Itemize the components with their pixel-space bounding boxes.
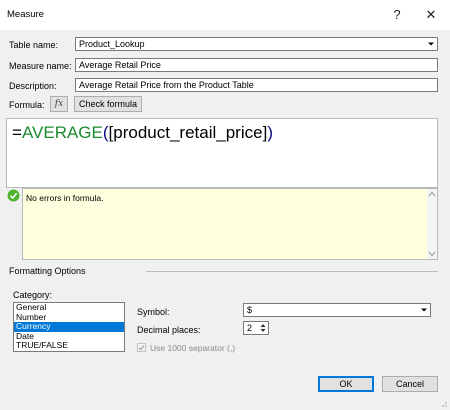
formula-function: AVERAGE: [21, 123, 103, 142]
title-bar: [0, 0, 450, 30]
status-scrollbar[interactable]: [427, 189, 437, 259]
category-item-true-false[interactable]: TRUE/FALSE: [14, 341, 124, 351]
description-value: Average Retail Price from the Product Ta…: [79, 80, 254, 90]
formula-label: Formula:: [9, 100, 45, 110]
window-title: Measure: [7, 9, 44, 20]
table-name-value: Product_Lookup: [79, 39, 145, 49]
ok-button[interactable]: OK: [318, 376, 374, 392]
formula-argument: [product_retail_price]: [108, 123, 268, 142]
category-label: Category:: [13, 290, 53, 300]
decimal-places-value: 2: [247, 323, 253, 333]
chevron-down-icon: [421, 308, 427, 312]
help-button[interactable]: ?: [386, 5, 408, 25]
decimal-places-label: Decimal places:: [137, 325, 201, 335]
scroll-down-icon[interactable]: [428, 251, 436, 257]
formula-text: =AVERAGE([product_retail_price]): [12, 123, 273, 143]
decimal-places-stepper[interactable]: 2: [243, 321, 269, 335]
fx-button[interactable]: fx: [50, 96, 68, 112]
formula-equals: =: [12, 123, 22, 142]
separator-checkbox[interactable]: [137, 343, 146, 352]
chevron-down-icon: [428, 42, 434, 46]
scroll-up-icon[interactable]: [428, 191, 436, 197]
table-name-select[interactable]: Product_Lookup: [75, 37, 438, 51]
measure-name-label: Measure name:: [9, 61, 72, 71]
description-label: Description:: [9, 81, 57, 91]
checkmark-icon: [138, 345, 145, 351]
section-divider: [146, 271, 438, 272]
close-button[interactable]: ✕: [420, 5, 442, 25]
description-input[interactable]: Average Retail Price from the Product Ta…: [75, 78, 438, 92]
category-list[interactable]: General Number Currency Date TRUE/FALSE: [13, 302, 125, 352]
formula-close-paren: ): [267, 123, 273, 142]
stepper-down-icon[interactable]: [259, 328, 267, 334]
formula-status-message: No errors in formula.: [26, 193, 104, 203]
measure-name-value: Average Retail Price: [79, 60, 161, 70]
resize-grip-icon[interactable]: [438, 398, 448, 408]
table-name-label: Table name:: [9, 40, 59, 50]
measure-name-input[interactable]: Average Retail Price: [75, 58, 438, 72]
check-circle-icon: [7, 189, 20, 202]
separator-label: Use 1000 separator (,): [150, 343, 236, 353]
formula-status-box: No errors in formula.: [22, 188, 438, 260]
symbol-value: $: [247, 305, 253, 315]
symbol-label: Symbol:: [137, 307, 170, 317]
formatting-options-label: Formatting Options: [9, 266, 86, 276]
cancel-button[interactable]: Cancel: [382, 376, 438, 392]
check-formula-button[interactable]: Check formula: [74, 96, 142, 112]
symbol-select[interactable]: $: [243, 303, 431, 317]
function-icon: fx: [54, 99, 64, 109]
formula-editor[interactable]: =AVERAGE([product_retail_price]): [6, 118, 438, 188]
